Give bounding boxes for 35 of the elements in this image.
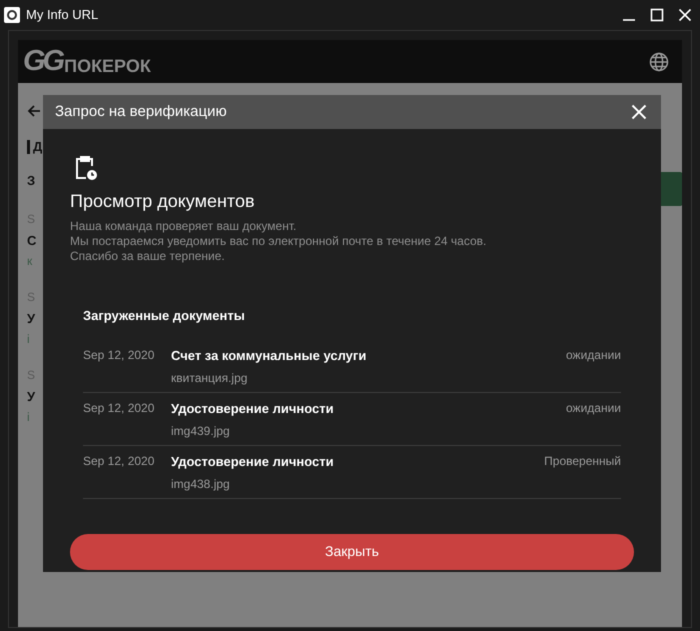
page-title-text: У (27, 388, 36, 406)
document-name: Счет за коммунальные услуги (171, 346, 366, 365)
page-heading: Д (33, 138, 42, 156)
page-label-text: З (27, 172, 36, 190)
back-arrow-icon[interactable] (27, 104, 41, 118)
close-icon[interactable] (631, 104, 647, 120)
document-name: Удостоверение личности (171, 452, 334, 471)
document-date: Sep 12, 2020 (83, 452, 156, 470)
page-title-text: У (27, 310, 36, 328)
logo: GGПОКЕРОК (23, 47, 151, 76)
app-icon (4, 7, 20, 23)
clipboard-clock-icon (74, 155, 98, 181)
globe-icon[interactable] (649, 52, 669, 72)
close-icon[interactable] (678, 8, 692, 22)
page-file-text: к (27, 253, 34, 270)
section-title: Загруженные документы (83, 307, 246, 325)
window-title: My Info URL (26, 6, 98, 24)
description-text: Наша команда проверяет ваш документ. Мы постараемся уведомить вас по электронной почте в течение 24 часов. Спасибо за ваше терпение. (70, 219, 488, 264)
document-date: Sep 12, 2020 (83, 400, 156, 416)
document-file: img439.jpg (171, 423, 231, 440)
modal-heading: Просмотр документов (70, 190, 256, 213)
document-date: Sep 12, 2020 (83, 346, 156, 364)
document-file: img438.jpg (171, 476, 231, 493)
document-file: квитанция.jpg (171, 370, 248, 387)
maximize-icon[interactable] (650, 8, 664, 22)
document-name: Удостоверение личности (171, 400, 334, 418)
close-button[interactable]: Закрыть (70, 534, 634, 570)
heading-bar (27, 140, 30, 154)
page-file-text: i (27, 409, 31, 426)
document-status: ожидании (566, 400, 621, 416)
modal-title: Запрос на верификацию (55, 102, 227, 122)
document-status: Проверенный (544, 452, 621, 470)
page-file-text: i (27, 331, 31, 348)
document-status: ожидании (566, 346, 621, 364)
page-title-text: С (27, 232, 38, 250)
